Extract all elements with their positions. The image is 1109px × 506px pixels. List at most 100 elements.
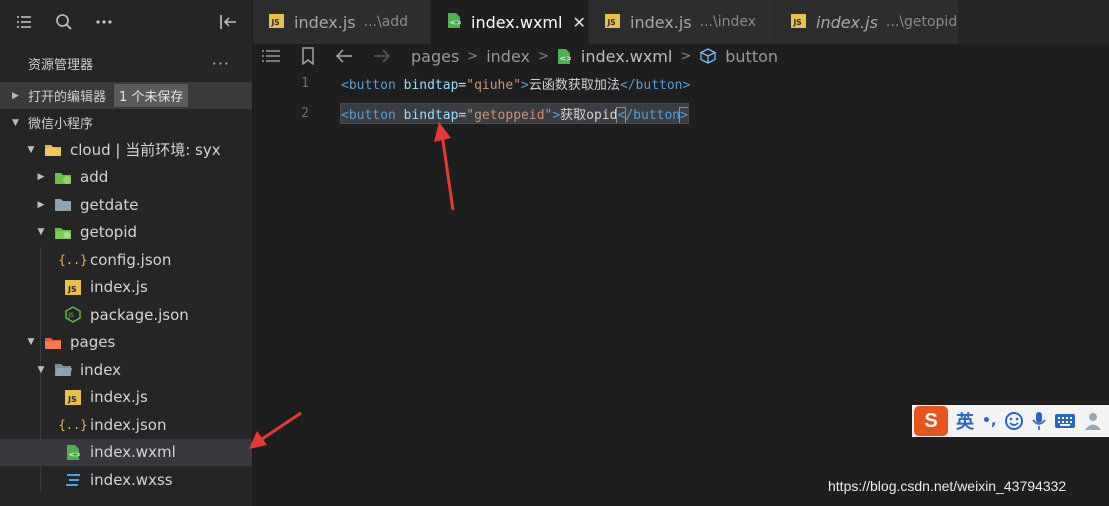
tree-file-index-wxml[interactable]: <> index.wxml <box>0 438 252 466</box>
tab-index-js-index[interactable]: JS index.js ...\index <box>589 0 775 44</box>
tree-label: pages <box>70 333 116 352</box>
breadcrumb-item[interactable]: button <box>725 47 778 66</box>
chevron-down-icon: ▼ <box>37 364 45 375</box>
line-number: 2 <box>301 105 309 121</box>
tree-file-package-json[interactable]: JS package.json <box>0 301 252 329</box>
code-token-tag: > <box>521 77 529 93</box>
list-icon[interactable] <box>14 12 34 32</box>
svg-text:<>: <> <box>559 54 571 63</box>
code-line-current[interactable]: 2 <button bindtap="getoppeid">获取opid</bu… <box>253 101 1109 125</box>
bookmark-icon[interactable] <box>301 47 315 65</box>
tab-index-js-add[interactable]: JS index.js ...\add <box>253 0 431 44</box>
chevron-right-icon: ▶ <box>37 199 45 210</box>
tab-label: index.js <box>630 12 692 32</box>
code-token-attr: bindtap <box>403 77 459 93</box>
js-icon: JS <box>64 389 82 405</box>
folder-cloud-icon <box>54 224 72 240</box>
wxml-icon: <> <box>64 444 82 460</box>
tree-label: config.json <box>90 250 172 269</box>
open-editors-label: 打开的编辑器 <box>28 90 107 105</box>
breadcrumb-item[interactable]: index.wxml <box>581 47 672 66</box>
js-icon: JS <box>64 279 82 295</box>
ime-punctuation-toggle[interactable]: •, <box>982 413 996 429</box>
cube-icon <box>699 47 717 65</box>
tab-label: index.js <box>816 12 878 32</box>
breadcrumb-separator: > <box>680 48 692 64</box>
breadcrumb: pages > index > <> index.wxml > button <box>411 47 778 66</box>
code-text[interactable]: <button bindtap="getoppeid">获取opid</butt… <box>340 102 689 124</box>
ime-language-toggle[interactable]: 英 <box>956 408 974 434</box>
back-arrow-icon[interactable] <box>335 49 353 63</box>
tree-file-index-json[interactable]: {..} index.json <box>0 411 252 439</box>
tree-label: getopid <box>80 223 138 242</box>
chevron-down-icon: ▼ <box>12 117 19 128</box>
tab-index-wxml[interactable]: <> index.wxml ✕ <box>431 0 589 44</box>
explorer-sidebar: 资源管理器 ··· ▶ 打开的编辑器 1 个未保存 ▼ 微信小程序 ▼ clou… <box>0 0 253 506</box>
breadcrumb-item[interactable]: pages <box>411 47 459 66</box>
json-icon: {..} <box>58 252 88 267</box>
line-number: 1 <box>301 75 309 91</box>
code-token-tag: <button <box>341 77 396 93</box>
js-icon: JS <box>605 13 620 32</box>
collapse-panel-icon[interactable] <box>218 12 238 32</box>
tree-label: getdate <box>80 195 139 214</box>
project-section[interactable]: ▼ 微信小程序 <box>0 109 252 136</box>
outline-list-icon[interactable] <box>261 48 281 64</box>
code-line[interactable]: 1 <button bindtap="qiuhe">云函数获取加法</butto… <box>253 71 1109 95</box>
sogou-logo-icon[interactable]: S <box>914 406 948 436</box>
tree-folder-getopid[interactable]: ▼ getopid <box>0 219 252 247</box>
sidebar-toolbar <box>0 0 252 44</box>
keyboard-icon[interactable] <box>1054 413 1076 429</box>
code-text[interactable]: <button bindtap="qiuhe">云函数获取加法</button> <box>341 74 690 93</box>
tree-folder-cloud[interactable]: ▼ cloud | 当前环境: syx <box>0 136 252 164</box>
svg-text:JS: JS <box>67 285 77 294</box>
tab-index-js-getopid[interactable]: JS index.js ...\getopid <box>775 0 959 44</box>
code-token-tag: > <box>552 107 561 123</box>
forward-arrow-icon[interactable] <box>373 49 391 63</box>
unsaved-badge: 1 个未保存 <box>114 84 189 107</box>
close-icon[interactable]: ✕ <box>572 13 585 32</box>
file-tree: ▼ cloud | 当前环境: syx ▶ add ▶ getdate ▼ ge… <box>0 136 252 494</box>
user-icon[interactable] <box>1084 411 1102 431</box>
watermark-url: https://blog.csdn.net/weixin_43794332 <box>828 478 1067 494</box>
tree-folder-add[interactable]: ▶ add <box>0 164 252 192</box>
code-token-string: "getoppeid" <box>466 107 553 123</box>
code-token-tag: </button> <box>619 77 691 93</box>
more-icon[interactable] <box>94 12 114 32</box>
explorer-more-button[interactable]: ··· <box>212 54 230 73</box>
code-token-text: 获取opid <box>560 107 618 123</box>
nodejs-icon: JS <box>64 306 82 324</box>
code-editor[interactable]: 1 <button bindtap="qiuhe">云函数获取加法</butto… <box>253 68 1109 506</box>
tree-label: index.js <box>90 388 148 407</box>
folder-pages-icon <box>44 334 62 350</box>
tab-path-hint: ...\add <box>363 14 409 30</box>
microphone-icon[interactable] <box>1032 411 1046 431</box>
tab-path-hint: ...\index <box>699 14 757 30</box>
open-editors-section[interactable]: ▶ 打开的编辑器 1 个未保存 <box>0 82 252 109</box>
folder-cloud-icon <box>44 142 62 158</box>
tree-folder-pages[interactable]: ▼ pages <box>0 329 252 357</box>
folder-icon <box>54 197 72 213</box>
tree-label: index.js <box>90 278 148 297</box>
breadcrumb-separator: > <box>467 48 479 64</box>
search-icon[interactable] <box>54 12 74 32</box>
svg-text:JS: JS <box>271 18 280 27</box>
code-token-string: "qiuhe" <box>466 77 522 93</box>
tree-file-index-js[interactable]: JS index.js <box>0 384 252 412</box>
tree-file-index-wxss[interactable]: index.wxss <box>0 466 252 494</box>
tree-label: add <box>80 168 109 187</box>
code-token-bracket-match: > <box>679 106 689 124</box>
svg-text:JS: JS <box>67 395 77 404</box>
tree-folder-index[interactable]: ▼ index <box>0 356 252 384</box>
wxml-icon: <> <box>557 48 571 65</box>
code-token-tag: /button <box>625 107 681 123</box>
project-label: 微信小程序 <box>28 117 94 132</box>
breadcrumb-item[interactable]: index <box>486 47 530 66</box>
tree-file-config-json[interactable]: {..} config.json <box>0 246 252 274</box>
tree-label: package.json <box>90 305 189 324</box>
explorer-title-text: 资源管理器 <box>28 57 94 73</box>
explorer-title: 资源管理器 ··· <box>0 44 252 82</box>
emoji-icon[interactable] <box>1004 411 1024 431</box>
tree-folder-getdate[interactable]: ▶ getdate <box>0 191 252 219</box>
tree-file-index-js[interactable]: JS index.js <box>0 274 252 302</box>
